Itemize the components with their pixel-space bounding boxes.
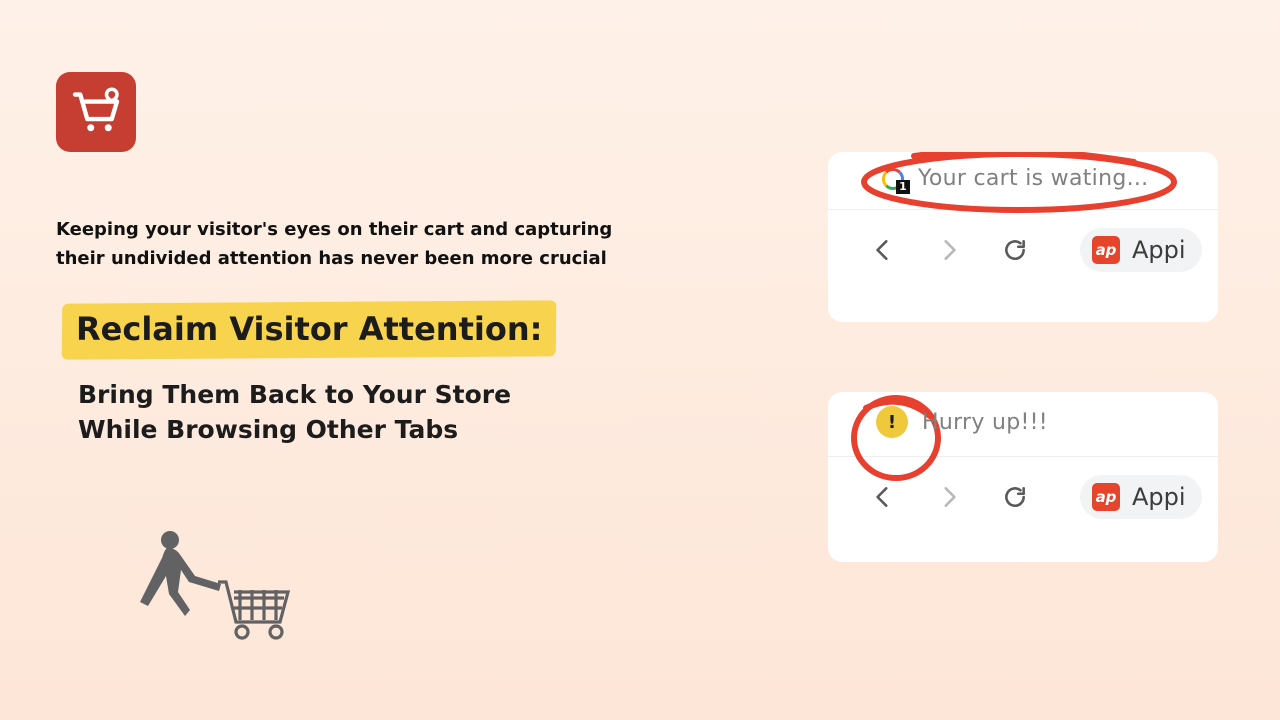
address-box-1: ap Appi [1080,228,1202,272]
browser-tab-2: ! Hurry up!!! [828,392,1218,456]
subheading: Bring Them Back to Your Store While Brow… [78,377,598,447]
address-box-2: ap Appi [1080,475,1202,519]
tab-title-1: Your cart is wating... [918,166,1148,191]
cart-count-badge: 1 [896,180,910,194]
browser-preview-2: ! Hurry up!!! ap Appi [828,392,1218,562]
tab-title-2: Hurry up!!! [922,410,1048,435]
site-label-1: Appi [1132,236,1186,264]
site-favicon-icon: ap [1092,236,1120,264]
highlight-text: Reclaim Visitor Attention: [76,310,542,348]
back-icon [868,235,898,265]
back-icon [868,482,898,512]
browser-toolbar-1: ap Appi [828,209,1218,272]
person-pushing-cart-illustration [128,528,298,664]
forward-icon [934,482,964,512]
forward-icon [934,235,964,265]
app-logo [56,72,136,152]
site-label-2: Appi [1132,483,1186,511]
intro-text: Keeping your visitor's eyes on their car… [56,216,636,274]
reload-icon [1000,235,1030,265]
browser-preview-1: 1 Your cart is wating... ap Appi [828,152,1218,322]
alert-favicon-icon: ! [876,406,908,438]
favicon-with-badge: 1 [882,168,904,190]
cart-logo-icon [68,84,124,140]
site-favicon-icon: ap [1092,483,1120,511]
browser-toolbar-2: ap Appi [828,456,1218,519]
highlight-heading: Reclaim Visitor Attention: [62,302,556,358]
browser-tab-1: 1 Your cart is wating... [828,152,1218,209]
reload-icon [1000,482,1030,512]
